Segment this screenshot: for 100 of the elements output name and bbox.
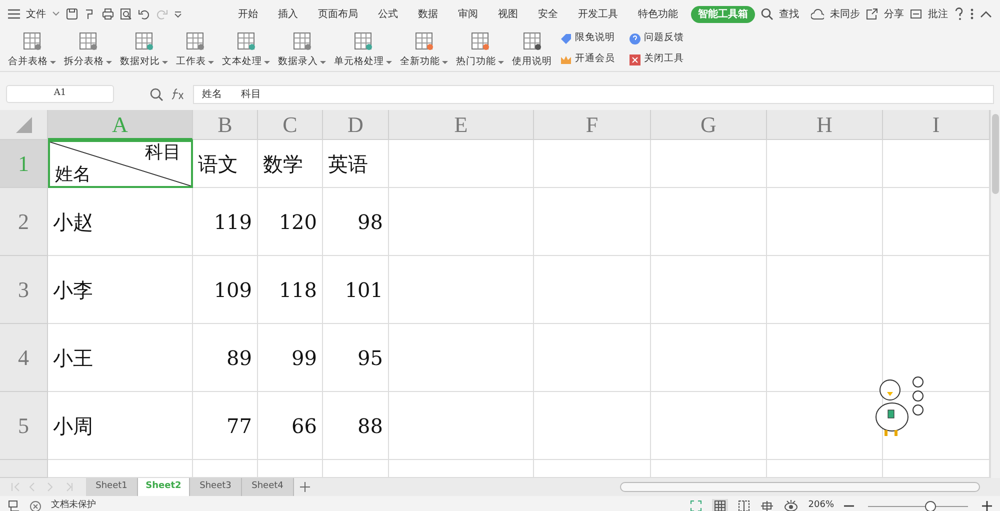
- table-cell-text: 95: [358, 344, 383, 372]
- horizontal-scrollbar[interactable]: [620, 482, 980, 492]
- chevron-icon[interactable]: [52, 11, 60, 17]
- column-header[interactable]: C: [258, 110, 323, 140]
- ribbon-tab[interactable]: 特色功能: [631, 6, 685, 22]
- dropdown-icon[interactable]: [174, 10, 182, 18]
- save-icon[interactable]: [66, 8, 78, 20]
- sync-status[interactable]: 未同步: [830, 6, 860, 22]
- ribbon-tab[interactable]: 开始: [231, 6, 265, 22]
- column-header[interactable]: F: [534, 110, 651, 140]
- table-icon: [353, 31, 373, 51]
- fullscreen-icon[interactable]: [690, 500, 702, 511]
- table-icon: [292, 31, 312, 51]
- share-icon[interactable]: [866, 8, 878, 20]
- cloud-icon[interactable]: [811, 8, 824, 20]
- comment-button[interactable]: 批注: [928, 6, 948, 22]
- table-icon: [185, 31, 205, 51]
- undo-icon[interactable]: [138, 8, 150, 20]
- row-header[interactable]: 3: [0, 256, 48, 324]
- table-icon: [134, 31, 154, 51]
- print-preview-icon[interactable]: [120, 8, 132, 20]
- column-header[interactable]: E: [389, 110, 534, 140]
- more-icon[interactable]: [970, 7, 974, 21]
- row-header[interactable]: 4: [0, 324, 48, 392]
- row-header[interactable]: 2: [0, 188, 48, 256]
- table-cell: 姓名: [55, 164, 91, 186]
- page-break-icon[interactable]: [738, 500, 750, 511]
- column-header[interactable]: D: [323, 110, 389, 140]
- reading-mode-icon[interactable]: [760, 500, 774, 511]
- table-cell-text: 109: [214, 276, 252, 304]
- presentation-icon[interactable]: [8, 500, 20, 511]
- ribbon-button[interactable]: 数据对比: [116, 28, 172, 70]
- file-menu[interactable]: 文件: [26, 6, 46, 22]
- ribbon-button[interactable]: 全新功能: [396, 28, 452, 70]
- help-icon[interactable]: [954, 7, 964, 21]
- share-button[interactable]: 分享: [884, 6, 904, 22]
- zoom-icon[interactable]: [150, 88, 163, 100]
- ribbon-tab[interactable]: 审阅: [451, 6, 485, 22]
- slider-thumb[interactable]: [925, 500, 936, 511]
- table-cell-text: 99: [292, 344, 317, 372]
- table-cell-text: 89: [226, 344, 252, 372]
- row-header[interactable]: 5: [0, 392, 48, 460]
- column-header[interactable]: I: [883, 110, 990, 140]
- column-header[interactable]: G: [651, 110, 767, 140]
- table-cell-text: 98: [358, 208, 383, 236]
- ribbon-button[interactable]: 使用说明: [508, 28, 556, 70]
- add-sheet-icon[interactable]: [300, 482, 310, 492]
- normal-view-icon[interactable]: [712, 499, 728, 511]
- ribbon-button[interactable]: 数据录入: [274, 28, 330, 70]
- menu-icon[interactable]: [8, 9, 20, 19]
- function-icon[interactable]: [171, 88, 185, 100]
- table-cell-text: 118: [278, 276, 317, 304]
- column-header[interactable]: B: [193, 110, 258, 140]
- vertical-scrollbar[interactable]: [990, 110, 1000, 478]
- table-icon: [470, 31, 490, 51]
- table-cell-text: 语文: [198, 150, 238, 178]
- search-icon[interactable]: [761, 8, 773, 20]
- ribbon-tab[interactable]: 开发工具: [571, 6, 625, 22]
- table-cell-text: 小李: [53, 276, 93, 304]
- table-cell-text: 66: [292, 412, 317, 440]
- ribbon-tab[interactable]: 页面布局: [311, 6, 365, 22]
- column-header[interactable]: H: [767, 110, 883, 140]
- ribbon-tab[interactable]: 视图: [491, 6, 525, 22]
- ribbon-button[interactable]: 工作表: [172, 28, 218, 70]
- table-cell-text: 小周: [53, 412, 93, 440]
- ribbon-tab[interactable]: 插入: [271, 6, 305, 22]
- table-cell-text: 101: [344, 276, 383, 304]
- table-cell-text: 数学: [263, 150, 303, 178]
- print-icon[interactable]: [102, 8, 114, 20]
- table-cell-text: 119: [214, 208, 252, 236]
- collapse-icon[interactable]: [980, 10, 992, 18]
- formula-field[interactable]: 姓名 科目: [193, 84, 994, 104]
- ribbon-button[interactable]: 文本处理: [218, 28, 274, 70]
- comment-icon[interactable]: [910, 8, 922, 20]
- table-icon: [414, 31, 434, 51]
- table-cell: 科目: [145, 142, 181, 164]
- ribbon-tab[interactable]: 公式: [371, 6, 405, 22]
- table-icon: [78, 31, 98, 51]
- name-box[interactable]: A1: [6, 85, 114, 103]
- eye-icon[interactable]: [784, 500, 798, 511]
- shield-icon: [30, 500, 41, 511]
- zoom-in-icon[interactable]: [982, 501, 992, 511]
- ribbon-button[interactable]: 开通会员: [560, 49, 615, 70]
- ribbon-button[interactable]: 单元格处理: [330, 28, 396, 70]
- help-icon: [629, 32, 641, 44]
- sheet-tab[interactable]: Sheet3: [190, 478, 242, 496]
- ribbon-tab[interactable]: 安全: [531, 6, 565, 22]
- search-button[interactable]: 查找: [779, 6, 799, 22]
- tag-icon: [560, 32, 572, 44]
- ribbon-button[interactable]: 拆分表格: [60, 28, 116, 70]
- ribbon-button[interactable]: 限免说明: [560, 28, 615, 49]
- ribbon-button[interactable]: 合并表格: [4, 28, 60, 70]
- sheet-tab[interactable]: Sheet4: [242, 478, 294, 496]
- ribbon-button[interactable]: 问题反馈: [629, 28, 684, 49]
- zoom-level[interactable]: 206%: [808, 499, 834, 511]
- ribbon-button[interactable]: 关闭工具: [629, 49, 684, 70]
- protection-status: 文档未保护: [51, 499, 96, 511]
- ribbon-tab[interactable]: 数据: [411, 6, 445, 22]
- ribbon-button[interactable]: 热门功能: [452, 28, 508, 70]
- sheet-tab[interactable]: Sheet1: [86, 478, 138, 496]
